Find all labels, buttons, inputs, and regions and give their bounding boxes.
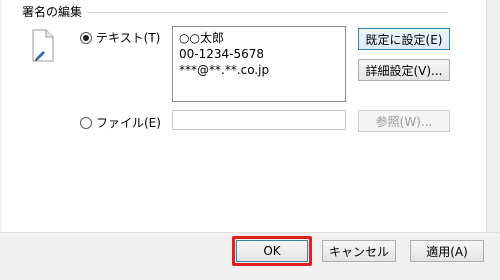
signature-dialog: 署名の編集 テキスト(T) ○○太郎 00-1234-5678 ***@**.*… (0, 0, 500, 280)
signature-text-box[interactable]: ○○太郎 00-1234-5678 ***@**.**.co.jp (172, 26, 346, 102)
file-radio[interactable] (80, 116, 92, 129)
cancel-button[interactable]: キャンセル (322, 240, 396, 262)
group-divider (86, 12, 448, 13)
text-radio[interactable] (80, 31, 92, 44)
document-icon (32, 29, 54, 62)
group-title: 署名の編集 (22, 5, 83, 19)
file-option[interactable]: ファイル(E) (80, 114, 161, 131)
text-option[interactable]: テキスト(T) (80, 29, 160, 46)
text-option-label: テキスト(T) (96, 31, 161, 45)
set-default-button[interactable]: 既定に設定(E) (358, 28, 450, 50)
ok-highlight-frame (232, 236, 312, 266)
apply-button[interactable]: 適用(A) (410, 240, 484, 262)
advanced-settings-button[interactable]: 詳細設定(V)... (358, 59, 450, 81)
file-option-label: ファイル(E) (96, 116, 161, 130)
file-path-field[interactable] (172, 110, 346, 130)
dialog-client-area: 署名の編集 テキスト(T) ○○太郎 00-1234-5678 ***@**.*… (2, 0, 486, 232)
browse-button[interactable]: 参照(W)... (358, 110, 450, 132)
